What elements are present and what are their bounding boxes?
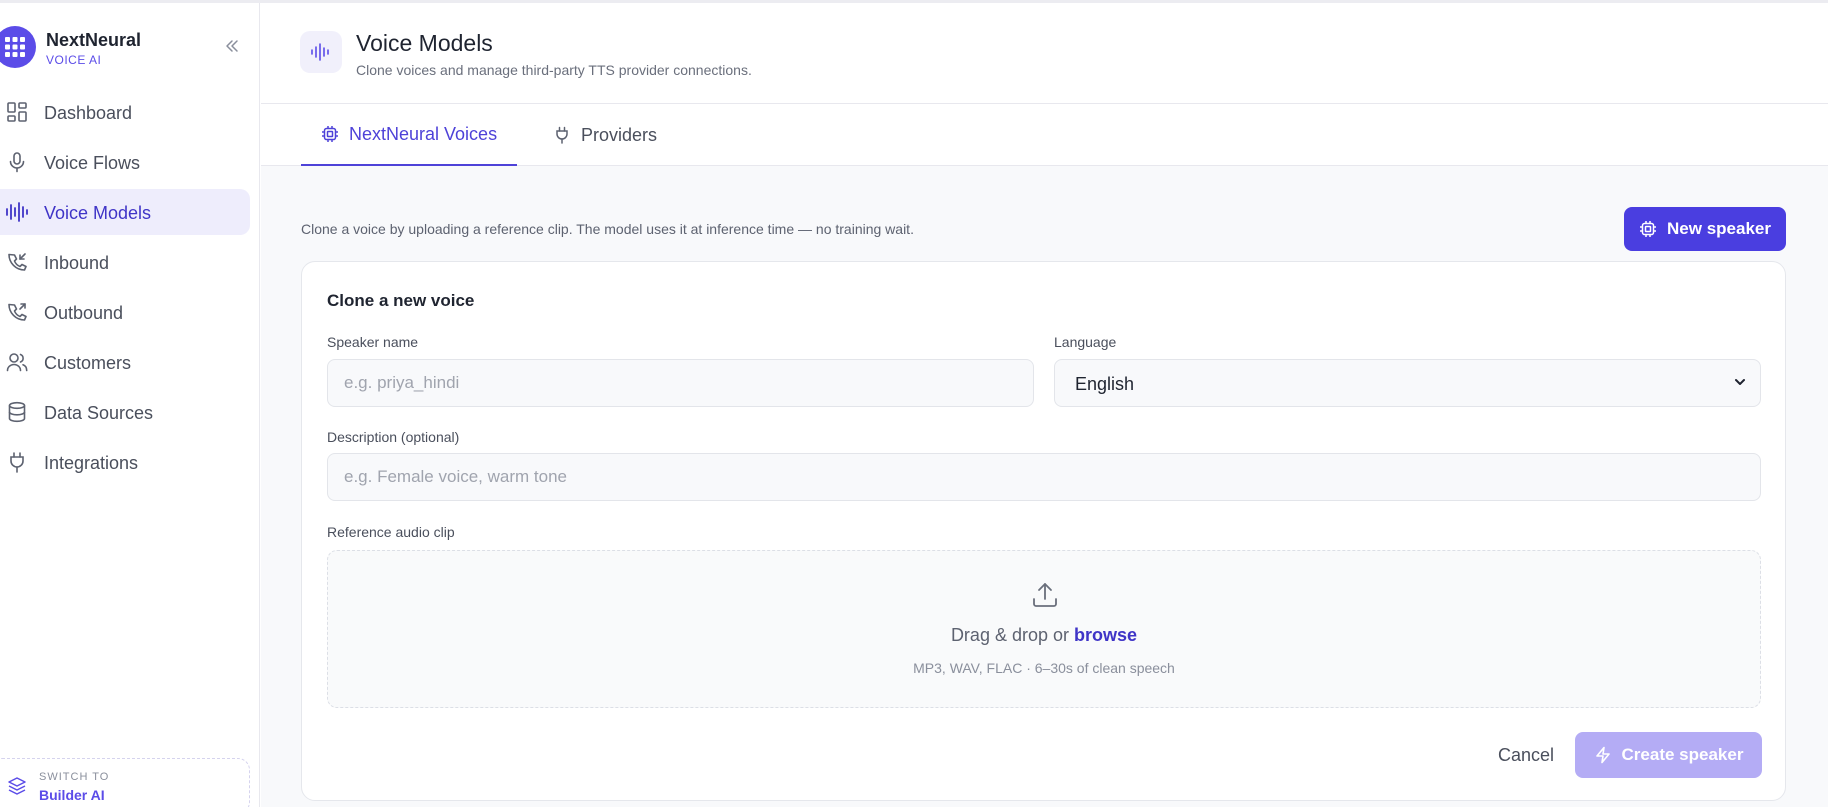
brand-name: NextNeural — [46, 30, 142, 50]
sidebar-item-inbound[interactable]: Inbound — [0, 239, 250, 285]
phone-incoming-icon — [5, 250, 29, 274]
sidebar: NextNeural VOICE AI Dashboard Voice Flow… — [0, 3, 260, 807]
layers-icon — [7, 776, 27, 801]
dashboard-icon — [5, 100, 29, 124]
sidebar-item-voice-flows[interactable]: Voice Flows — [0, 139, 250, 185]
sidebar-item-label: Outbound — [44, 303, 124, 323]
language-select[interactable]: English — [1054, 359, 1761, 407]
sidebar-nav: Dashboard Voice Flows Voice Models Inbou… — [0, 89, 260, 489]
chevron-down-icon — [1732, 374, 1748, 395]
clone-voice-card: Clone a new voice Speaker name Language … — [301, 261, 1786, 801]
sidebar-item-label: Data Sources — [44, 403, 154, 423]
switch-target: Builder AI — [39, 787, 105, 803]
sidebar-item-label: Customers — [44, 353, 132, 373]
audio-dropzone[interactable]: Drag & drop or browse MP3, WAV, FLAC · 6… — [327, 550, 1761, 708]
speaker-name-label: Speaker name — [327, 334, 419, 350]
language-label: Language — [1054, 334, 1117, 350]
card-title: Clone a new voice — [327, 291, 475, 310]
sidebar-item-dashboard[interactable]: Dashboard — [0, 89, 250, 135]
main-area: Voice Models Clone voices and manage thi… — [261, 3, 1828, 807]
switch-product-button[interactable]: SWITCH TO Builder AI — [0, 758, 250, 807]
sidebar-item-label: Voice Flows — [44, 153, 141, 173]
sidebar-item-customers[interactable]: Customers — [0, 339, 250, 385]
waveform-icon — [300, 31, 342, 73]
switch-caption: SWITCH TO — [39, 771, 110, 783]
cancel-button[interactable]: Cancel — [1498, 745, 1554, 766]
database-icon — [5, 400, 29, 424]
create-speaker-label: Create speaker — [1621, 745, 1744, 764]
waveform-icon — [5, 200, 29, 224]
page-subtitle: Clone voices and manage third-party TTS … — [356, 62, 752, 78]
sidebar-item-data-sources[interactable]: Data Sources — [0, 389, 250, 435]
collapse-sidebar-button[interactable] — [220, 34, 244, 58]
grid-logo-icon — [0, 26, 36, 68]
chevrons-left-icon — [226, 40, 238, 52]
phone-outgoing-icon — [5, 300, 29, 324]
tab-label: NextNeural Voices — [349, 123, 498, 144]
sidebar-item-label: Inbound — [44, 253, 110, 273]
browse-link[interactable]: browse — [1074, 625, 1137, 645]
sidebar-item-label: Dashboard — [44, 103, 133, 123]
drop-instruction: Drag & drop or — [950, 625, 1069, 645]
sidebar-item-voice-models[interactable]: Voice Models — [0, 189, 250, 235]
brand-subtitle: VOICE AI — [46, 53, 102, 67]
upload-icon — [1031, 581, 1059, 614]
plug-icon — [5, 450, 29, 474]
sidebar-item-outbound[interactable]: Outbound — [0, 289, 250, 335]
sidebar-item-label: Voice Models — [44, 203, 152, 223]
brand: NextNeural VOICE AI — [0, 24, 260, 68]
users-icon — [5, 350, 29, 374]
page-title: Voice Models — [356, 30, 493, 56]
sidebar-item-integrations[interactable]: Integrations — [0, 439, 250, 485]
sidebar-item-label: Integrations — [44, 453, 139, 473]
audio-clip-label: Reference audio clip — [327, 524, 455, 540]
dropzone-hint: MP3, WAV, FLAC · 6–30s of clean speech — [913, 660, 1175, 676]
tab-providers[interactable]: Providers — [543, 104, 667, 166]
language-value: English — [1075, 374, 1135, 394]
page-header: Voice Models Clone voices and manage thi… — [261, 3, 1828, 104]
create-speaker-button[interactable]: Create speaker — [1575, 732, 1762, 778]
tab-bar: NextNeural Voices Providers — [261, 104, 1828, 166]
microphone-icon — [5, 150, 29, 174]
new-speaker-button[interactable]: New speaker — [1624, 207, 1786, 251]
speaker-name-input[interactable] — [327, 359, 1034, 407]
description-input[interactable] — [327, 453, 1761, 501]
content-area: Clone a voice by uploading a reference c… — [261, 166, 1828, 807]
chip-icon — [322, 126, 338, 142]
tab-label: Providers — [581, 124, 658, 145]
chip-icon — [1640, 221, 1657, 237]
intro-text: Clone a voice by uploading a reference c… — [301, 221, 914, 237]
tab-nextneural-voices[interactable]: NextNeural Voices — [301, 104, 518, 166]
description-label: Description (optional) — [327, 429, 460, 445]
new-speaker-label: New speaker — [1667, 219, 1771, 238]
plug-icon — [556, 126, 568, 144]
lightning-icon — [1595, 746, 1610, 764]
dropzone-text: Drag & drop or browse — [328, 625, 1760, 646]
